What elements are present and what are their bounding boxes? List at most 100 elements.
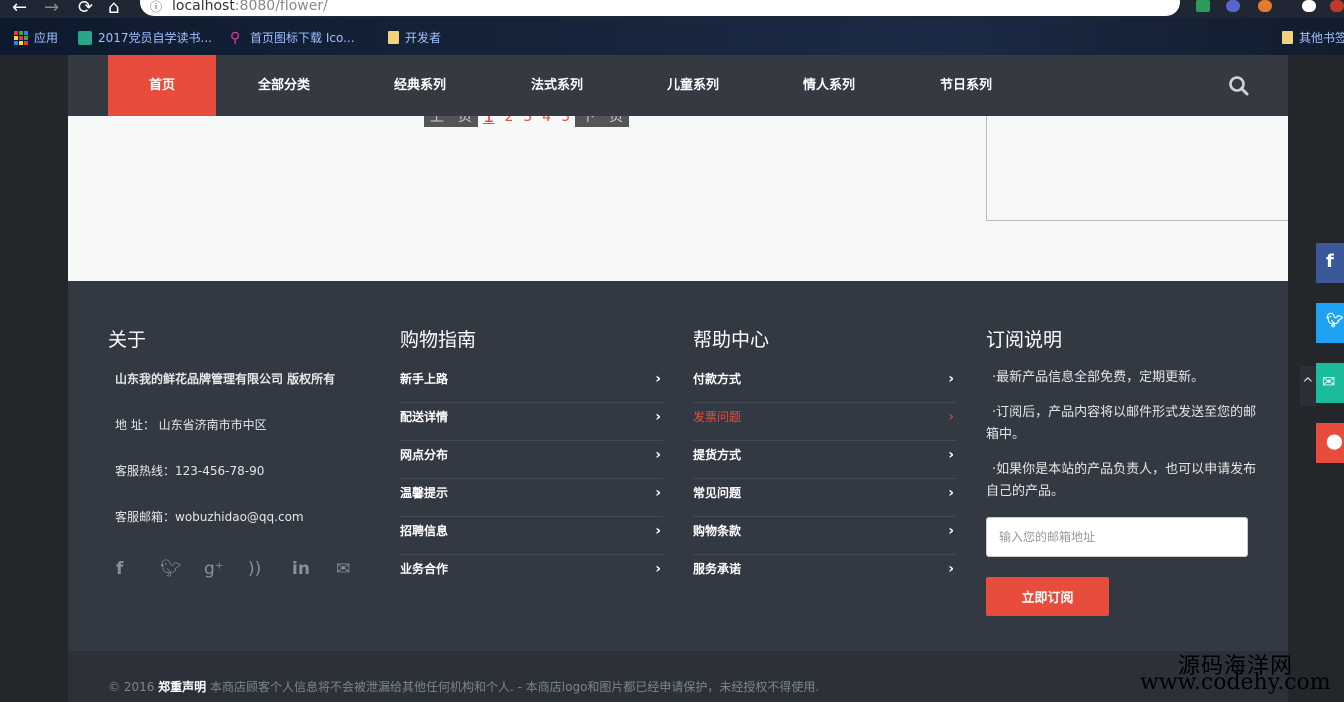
help-link-hover[interactable]: 发票问题 › xyxy=(693,403,956,441)
guide-link[interactable]: 招聘信息 › xyxy=(400,517,663,555)
disclaimer-label: 郑重声明 xyxy=(158,680,207,694)
help-link[interactable]: 常见问题 › xyxy=(693,479,956,517)
nav-item-french[interactable]: 法式系列 xyxy=(511,55,603,116)
help-link-label: 发票问题 xyxy=(693,410,742,424)
chevron-right-icon: › xyxy=(655,371,661,387)
nav-item-all[interactable]: 全部分类 xyxy=(238,55,330,116)
email-text: 客服邮箱：wobuzhidao@qq.com xyxy=(115,510,304,524)
page-link[interactable]: 5 xyxy=(556,116,575,125)
copyright-prefix: © 2016 xyxy=(108,680,159,694)
search-favicon-icon: ⚲ xyxy=(230,29,241,46)
linkedin-icon[interactable]: in xyxy=(292,559,336,579)
social-links: f 🐦︎ g⁺ )) in ✉ xyxy=(116,559,380,579)
guide-link[interactable]: 配送详情 › xyxy=(400,403,663,441)
subscribe-note: ·最新产品信息全部免费，定期更新。 xyxy=(992,370,1205,385)
chevron-right-icon: › xyxy=(948,485,954,501)
map-pin-icon: ⬤ xyxy=(1326,432,1343,450)
nav-item-classic[interactable]: 经典系列 xyxy=(374,55,466,116)
page-link-current[interactable]: 1 xyxy=(478,116,499,127)
url-path: :8080/flower/ xyxy=(234,0,328,14)
extension-icon[interactable] xyxy=(1330,0,1344,12)
home-icon[interactable]: ⌂ xyxy=(108,0,119,18)
subscribe-email-input[interactable] xyxy=(986,517,1248,557)
bookmark-apps[interactable]: 应用 xyxy=(14,29,58,46)
bookmark-label: 首页图标下载 Ico... xyxy=(250,31,355,45)
share-twitter-button[interactable]: 🐦︎ xyxy=(1316,303,1344,343)
guide-link[interactable]: 业务合作 › xyxy=(400,555,663,593)
apps-grid-icon xyxy=(14,30,28,45)
nav-item-festival[interactable]: 节日系列 xyxy=(920,55,1012,116)
help-link-label: 购物条款 xyxy=(693,524,742,538)
guide-link[interactable]: 网点分布 › xyxy=(400,441,663,479)
bookmark-item[interactable]: 2017党员自学读书... xyxy=(78,29,212,46)
extension-icon[interactable] xyxy=(1226,0,1240,12)
google-plus-icon[interactable]: g⁺ xyxy=(204,559,248,579)
footer: 关于 山东我的鲜花品牌管理有限公司 版权所有 地 址： 山东省济南市市中区 客服… xyxy=(68,281,1288,651)
mail-icon[interactable]: ✉ xyxy=(336,559,380,579)
guide-link-label: 新手上路 xyxy=(400,372,449,386)
profile-icon[interactable] xyxy=(1302,0,1316,12)
bookmark-item[interactable]: ⚲ 首页图标下载 Ico... xyxy=(230,29,355,46)
page-link[interactable]: 4 xyxy=(537,116,556,125)
guide-link[interactable]: 温馨提示 › xyxy=(400,479,663,517)
bookmarks-bar: 应用 2017党员自学读书... ⚲ 首页图标下载 Ico... 开发者 其他书… xyxy=(0,18,1344,55)
guide-link-label: 网点分布 xyxy=(400,448,449,462)
help-link[interactable]: 购物条款 › xyxy=(693,517,956,555)
forward-icon[interactable]: → xyxy=(44,0,59,18)
reload-icon[interactable]: ⟳ xyxy=(78,0,93,18)
share-location-button[interactable]: ⬤ xyxy=(1316,423,1344,463)
rss-icon[interactable]: )) xyxy=(248,559,292,579)
bookmark-label: 其他书签 xyxy=(1299,31,1344,45)
copyright-text: © 2016 郑重声明 本商店顾客个人信息将不会被泄漏给其他任何机构和个人. -… xyxy=(108,678,819,695)
guide-link-label: 配送详情 xyxy=(400,410,449,424)
folder-icon xyxy=(1282,31,1293,44)
chevron-right-icon: › xyxy=(948,561,954,577)
url-host: localhost xyxy=(172,0,235,14)
bookmark-item[interactable]: 开发者 xyxy=(388,29,441,46)
next-page-button[interactable]: 下一页 xyxy=(575,116,630,127)
nav-item-lovers[interactable]: 情人系列 xyxy=(783,55,875,116)
subscribe-button[interactable]: 立即订阅 xyxy=(986,577,1109,616)
subscribe-note: ·如果你是本站的产品负责人，也可以申请发布自己的产品。 xyxy=(986,462,1257,499)
help-link[interactable]: 服务承诺 › xyxy=(693,555,956,593)
twitter-icon: 🐦︎ xyxy=(1326,313,1344,329)
twitter-icon[interactable]: 🐦︎ xyxy=(160,559,204,579)
help-link-label: 常见问题 xyxy=(693,486,742,500)
chevron-right-icon: › xyxy=(655,409,661,425)
extension-icon[interactable] xyxy=(1196,0,1210,12)
folder-icon xyxy=(388,31,399,44)
about-title: 关于 xyxy=(108,329,147,351)
nav-item-children[interactable]: 儿童系列 xyxy=(647,55,739,116)
extension-icon[interactable] xyxy=(1258,0,1272,12)
bookmark-other[interactable]: 其他书签 xyxy=(1282,29,1344,46)
search-icon[interactable] xyxy=(1228,75,1250,97)
main-navbar: 首页 全部分类 经典系列 法式系列 儿童系列 情人系列 节日系列 xyxy=(68,55,1288,116)
page-link[interactable]: 2 xyxy=(499,116,518,125)
chevron-right-icon: › xyxy=(655,561,661,577)
company-text: 山东我的鲜花品牌管理有限公司 版权所有 xyxy=(115,372,336,386)
help-link[interactable]: 提货方式 › xyxy=(693,441,956,479)
page-link[interactable]: 3 xyxy=(518,116,537,125)
chevron-right-icon: › xyxy=(655,485,661,501)
share-facebook-button[interactable]: f xyxy=(1316,243,1344,283)
guide-link-label: 温馨提示 xyxy=(400,486,449,500)
hotline-text: 客服热线：123-456-78-90 xyxy=(115,464,265,478)
facebook-icon[interactable]: f xyxy=(116,559,160,579)
help-link[interactable]: 付款方式 › xyxy=(693,365,956,403)
share-mail-button[interactable]: ✉ xyxy=(1316,363,1344,403)
guide-link[interactable]: 新手上路 › xyxy=(400,365,663,403)
chevron-right-icon: › xyxy=(948,447,954,463)
chevron-right-icon: › xyxy=(655,523,661,539)
mail-icon: ✉ xyxy=(1322,372,1336,391)
nav-item-home[interactable]: 首页 xyxy=(108,55,216,116)
copyright-bar: © 2016 郑重声明 本商店顾客个人信息将不会被泄漏给其他任何机构和个人. -… xyxy=(68,651,1288,702)
watermark-url: www.codehy.com xyxy=(1140,670,1331,695)
prev-page-button[interactable]: 上一页 xyxy=(424,116,478,127)
help-link-label: 服务承诺 xyxy=(693,562,742,576)
address-bar[interactable]: ⓘ localhost:8080/flower/ xyxy=(140,0,1180,16)
help-link-label: 付款方式 xyxy=(693,372,742,386)
back-to-top-button[interactable]: ^ xyxy=(1300,366,1316,406)
info-icon[interactable]: ⓘ xyxy=(150,0,162,15)
back-icon[interactable]: ← xyxy=(12,0,27,18)
content-area: 上一页 1 2 3 4 5 下一页 xyxy=(68,116,1288,281)
